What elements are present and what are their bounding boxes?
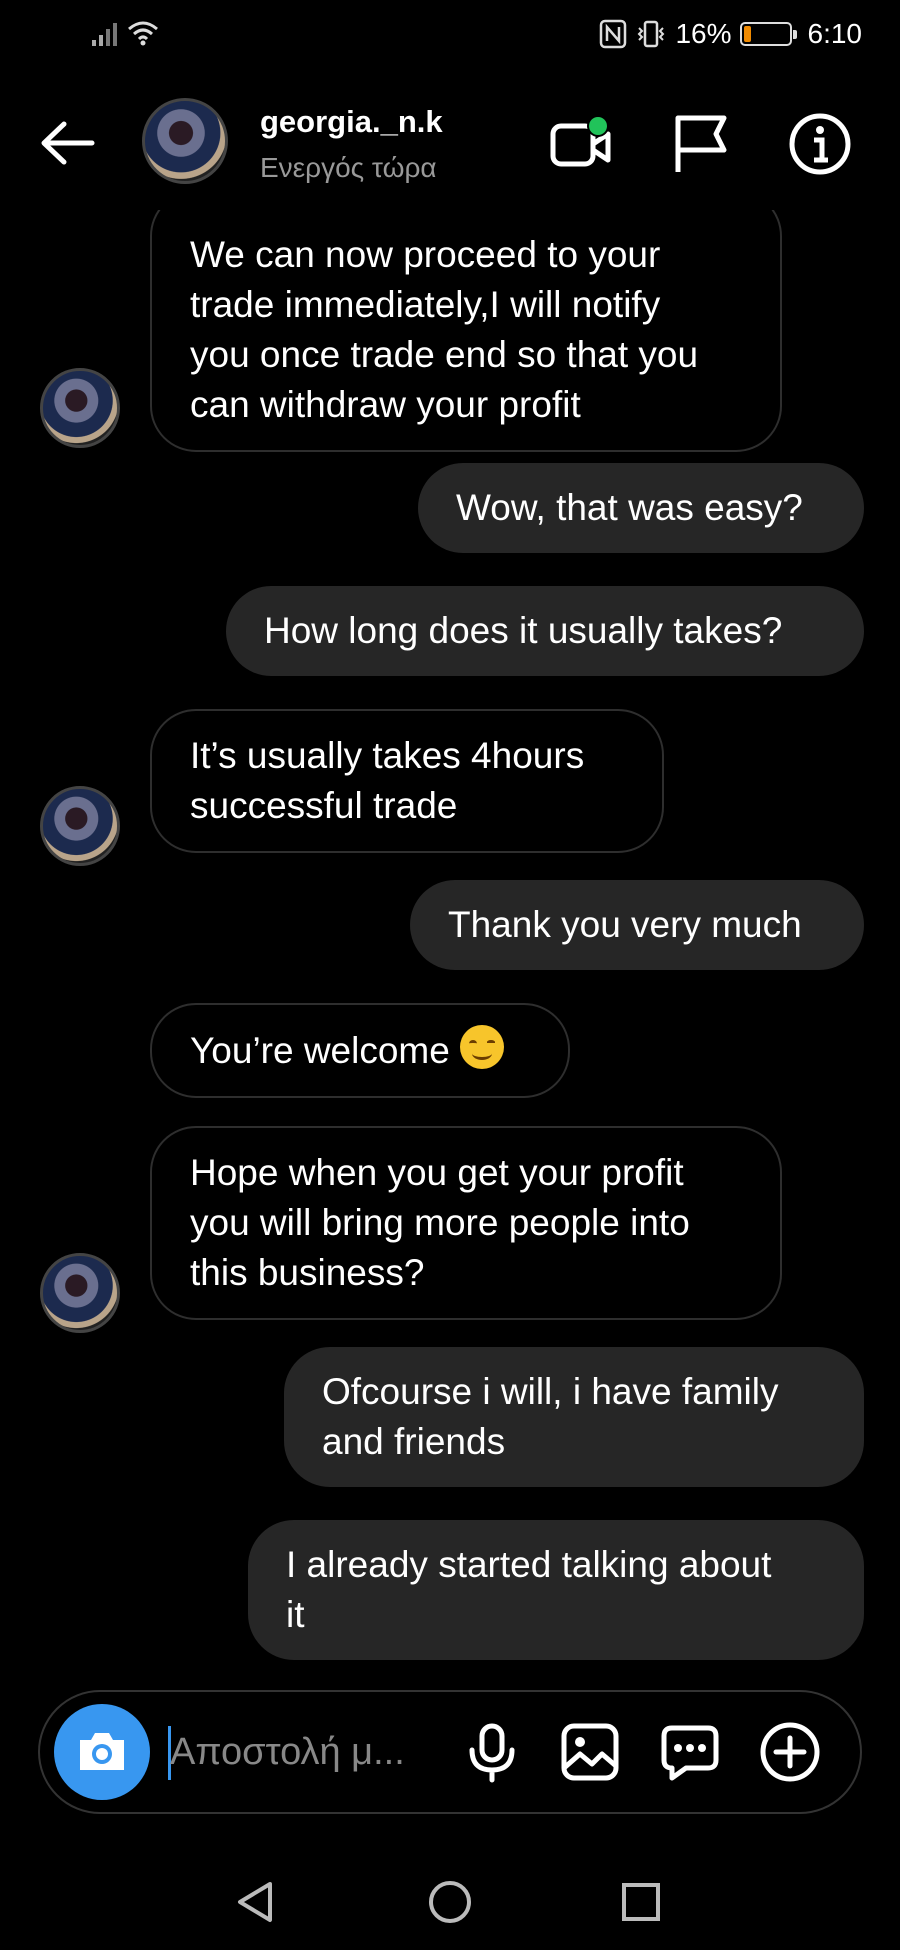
message-line: this business? xyxy=(190,1252,425,1293)
message-line: it xyxy=(286,1594,305,1635)
plus-icon[interactable] xyxy=(758,1720,822,1784)
message-line: Thank you very much xyxy=(448,904,802,945)
status-bar: 16% 6:10 xyxy=(0,0,900,70)
message-line: It’s usually takes 4hours xyxy=(190,735,585,776)
system-nav-bar xyxy=(0,1850,900,1950)
signal-icon xyxy=(92,23,117,46)
nav-back-icon[interactable] xyxy=(232,1878,280,1926)
message-line: Wow, that was easy? xyxy=(456,487,803,528)
message-line: Hope when you get your profit xyxy=(190,1152,684,1193)
battery-fill xyxy=(743,26,752,42)
info-icon[interactable] xyxy=(786,110,854,178)
sticker-chat-icon[interactable] xyxy=(658,1720,722,1784)
video-call-icon[interactable] xyxy=(548,110,616,178)
camera-icon xyxy=(80,1733,124,1770)
message-bubble-outgoing[interactable]: Wow, that was easy? xyxy=(418,463,864,553)
message-line: You’re welcome xyxy=(190,1030,450,1071)
camera-button[interactable] xyxy=(54,1704,150,1800)
vibrate-icon xyxy=(638,20,665,48)
message-line: can withdraw your profit xyxy=(190,384,581,425)
message-bubble-incoming[interactable]: We can now proceed to your trade immedia… xyxy=(150,210,782,452)
message-list[interactable]: We can now proceed to your trade immedia… xyxy=(0,210,900,1680)
message-bubble-outgoing[interactable]: Thank you very much xyxy=(410,880,864,970)
message-bubble-incoming[interactable]: You’re welcome xyxy=(150,1003,570,1098)
clock: 6:10 xyxy=(807,18,863,49)
message-bubble-outgoing[interactable]: I already started talking about it xyxy=(248,1520,864,1660)
contact-username[interactable]: georgia._n.k xyxy=(260,104,443,140)
message-line: successful trade xyxy=(190,785,458,826)
microphone-icon[interactable] xyxy=(460,1720,524,1784)
message-bubble-incoming[interactable]: Hope when you get your profit you will b… xyxy=(150,1126,782,1320)
battery-icon xyxy=(739,22,797,46)
message-bubble-outgoing[interactable]: Ofcourse i will, i have family and frien… xyxy=(284,1347,864,1487)
status-right: 16% 6:10 xyxy=(599,18,862,50)
wifi-icon xyxy=(128,21,158,46)
presence-status: Ενεργός τώρα xyxy=(260,152,437,183)
chat-header: georgia._n.k Ενεργός τώρα xyxy=(0,70,900,210)
flag-icon[interactable] xyxy=(668,110,736,178)
contact-avatar[interactable] xyxy=(142,98,228,184)
message-bubble-incoming[interactable]: It’s usually takes 4hours successful tra… xyxy=(150,709,664,853)
message-line: Ofcourse i will, i have family xyxy=(322,1371,779,1412)
message-line: trade immediately,I will notify xyxy=(190,284,661,325)
battery-percent: 16% xyxy=(675,18,732,49)
nav-recents-icon[interactable] xyxy=(617,1878,665,1926)
sender-avatar[interactable] xyxy=(40,1253,120,1333)
signal-wifi-group xyxy=(90,18,160,48)
online-dot xyxy=(589,117,607,135)
message-input[interactable] xyxy=(170,1720,440,1784)
message-line: you once trade end so that you xyxy=(190,334,699,375)
back-arrow-icon[interactable] xyxy=(36,112,98,174)
message-line: How long does it usually takes? xyxy=(264,610,783,651)
message-line: and friends xyxy=(322,1421,506,1462)
smiling-face-emoji-icon xyxy=(460,1025,505,1069)
message-line: I already started talking about xyxy=(286,1544,772,1585)
message-bubble-outgoing[interactable]: How long does it usually takes? xyxy=(226,586,864,676)
message-line: you will bring more people into xyxy=(190,1202,690,1243)
sender-avatar[interactable] xyxy=(40,786,120,866)
message-composer xyxy=(38,1690,862,1814)
nfc-icon xyxy=(600,19,627,49)
nav-home-icon[interactable] xyxy=(426,1878,474,1926)
sender-avatar[interactable] xyxy=(40,368,120,448)
message-line: We can now proceed to your xyxy=(190,234,661,275)
gallery-icon[interactable] xyxy=(558,1720,622,1784)
